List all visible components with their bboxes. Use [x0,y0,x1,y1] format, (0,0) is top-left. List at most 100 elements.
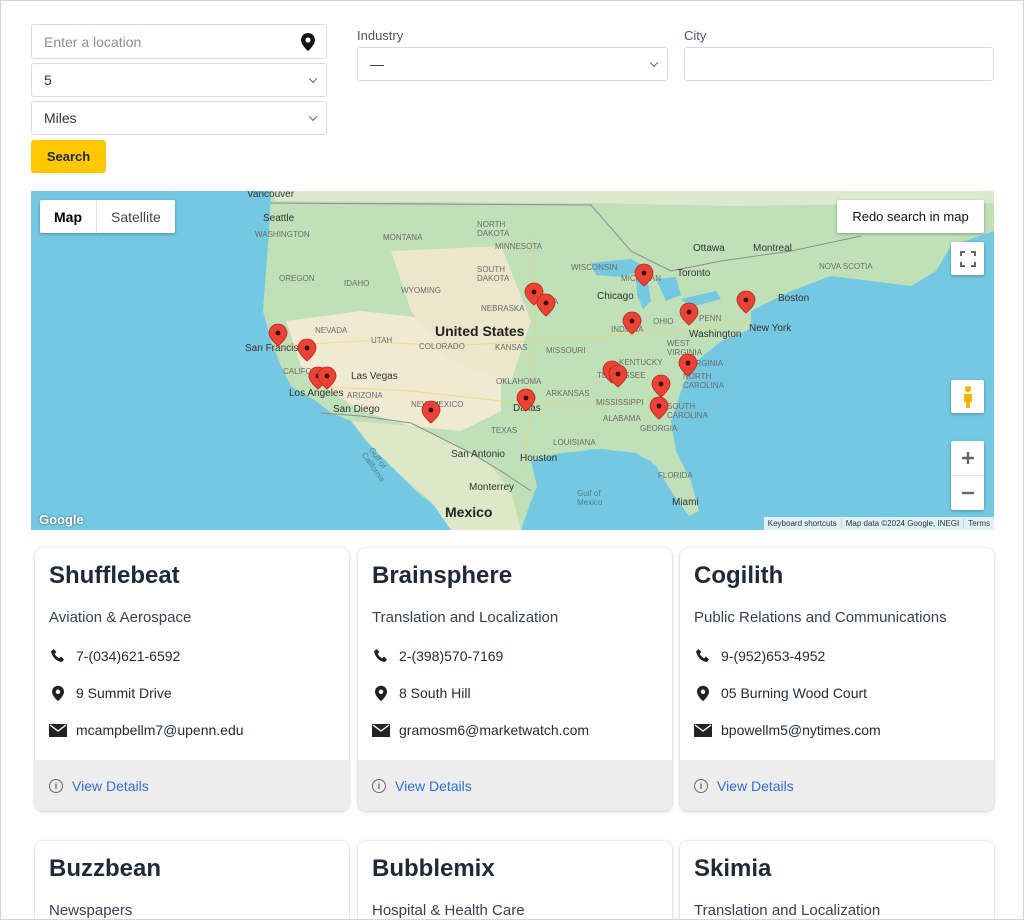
terms-link[interactable]: Terms [963,519,994,528]
map-label-texas: TEXAS [491,426,517,435]
company-industry: Aviation & Aerospace [49,609,192,626]
google-logo[interactable]: Google [39,512,84,527]
map-label-oregon: OREGON [279,274,315,283]
city-input[interactable] [684,47,994,81]
map-label-mississippi: MISSISSIPPI [596,398,644,407]
map-label-virginia: VIRGINIA [688,359,724,368]
map-type-map-button[interactable]: Map [40,200,97,233]
company-name: Buzzbean [49,855,162,882]
company-address: 9 Summit Drive [49,684,172,702]
keyboard-shortcuts-link[interactable]: Keyboard shortcuts [764,519,841,528]
map-label-miami: Miami [672,497,699,508]
map-label-penn: PENN [699,314,721,323]
map-label-north-carolina: NORTH CAROLINA [683,372,725,390]
unit-select[interactable]: Miles [31,101,327,135]
map-type-control: Map Satellite [40,200,175,233]
company-address-text: 05 Burning Wood Court [721,685,868,701]
company-address: 8 South Hill [372,684,471,702]
map-type-satellite-button[interactable]: Satellite [97,200,175,233]
map-label-ottawa: Ottawa [693,243,725,254]
map-label-san-diego: San Diego [333,404,380,415]
search-button[interactable]: Search [31,140,106,173]
view-details-link[interactable]: View Details [395,778,472,794]
map-pin-icon [694,684,712,702]
map-label-oklahoma: OKLAHOMA [496,377,542,386]
redo-search-button[interactable]: Redo search in map [837,200,984,233]
company-email: bpowellm5@nytimes.com [694,721,881,739]
map-label-north-dakota: NORTH DAKOTA [477,220,510,238]
envelope-icon [49,721,67,739]
map-data-text: Map data ©2024 Google, INEGI [840,519,964,528]
map-label-minnesota: MINNESOTA [495,242,543,251]
street-view-pegman[interactable] [951,380,984,413]
map-label-las-vegas: Las Vegas [351,371,398,382]
location-pin-icon[interactable] [301,33,315,51]
company-phone: 9-(952)653-4952 [694,647,825,665]
map-pin-icon [49,684,67,702]
company-name: Shufflebeat [49,562,180,589]
fullscreen-button[interactable] [951,242,984,275]
info-icon: i [694,778,708,793]
map-label-montreal: Montreal [753,243,792,254]
map-label-california: CALIFORNIA [283,367,332,376]
map-label-kentucky: KENTUCKY [619,358,663,367]
map-label-new-york: New York [749,323,792,334]
map-label-dallas: Dallas [513,403,541,414]
map-label-los-angeles: Los Angeles [289,388,344,399]
map-pin-icon [372,684,390,702]
radius-select[interactable]: 5 [31,63,327,97]
map-label-kansas: KANSAS [495,343,527,352]
company-address-text: 8 South Hill [399,685,471,701]
map-label-vancouver: Vancouver [247,191,295,200]
map-label-chicago: Chicago [597,291,634,302]
map-label-missouri: MISSOURI [546,346,586,355]
unit-value: Miles [44,110,77,126]
location-placeholder: Enter a location [44,33,142,50]
map-label-indiana: INDIANA [611,325,644,334]
zoom-out-button[interactable] [951,476,984,510]
company-email-text: bpowellm5@nytimes.com [721,722,881,738]
map-canvas[interactable]: Vancouver Seattle WASHINGTON MONTANA NOR… [31,191,994,530]
phone-icon [694,647,712,665]
card-footer: i View Details [680,760,994,811]
industry-value: — [370,56,384,72]
company-card: Cogilith Public Relations and Communicat… [680,548,994,811]
minus-icon [961,491,974,494]
map-label-montana: MONTANA [383,233,423,242]
radius-value: 5 [44,72,52,88]
zoom-in-button[interactable] [951,442,984,476]
view-details-link[interactable]: View Details [717,778,794,794]
map-label-arkansas: ARKANSAS [546,389,590,398]
company-card: Shufflebeat Aviation & Aerospace 7-(034)… [35,548,349,811]
map-label-wisconsin: WISCONSIN [571,263,617,272]
company-card: Brainsphere Translation and Localization… [358,548,672,811]
map-label-san-francisco: San Francisco [245,343,309,354]
company-phone-text: 7-(034)621-6592 [76,648,181,664]
chevron-down-icon [649,58,659,68]
location-input[interactable]: Enter a location [31,24,327,59]
map-label-monterrey: Monterrey [469,482,514,493]
zoom-control [951,441,984,510]
company-address: 05 Burning Wood Court [694,684,867,702]
map-label-ohio: OHIO [653,317,673,326]
map-label-wyoming: WYOMING [401,286,441,295]
industry-select[interactable]: — [357,47,668,81]
map[interactable]: Vancouver Seattle WASHINGTON MONTANA NOR… [31,191,994,530]
company-name: Brainsphere [372,562,513,589]
view-details-link[interactable]: View Details [72,778,149,794]
city-label: City [684,28,707,43]
map-label-colorado: COLORADO [419,342,465,351]
map-label-new-mexico: NEW MEXICO [411,400,463,409]
company-phone: 7-(034)621-6592 [49,647,180,665]
envelope-icon [372,721,390,739]
map-label-iowa: IOWA [537,297,559,306]
map-label-south-carolina: SOUTH CAROLINA [667,402,709,420]
chevron-down-icon [308,112,318,122]
map-label-mexico: Mexico [445,504,492,520]
phone-icon [49,647,67,665]
map-label-nevada: NEVADA [315,326,348,335]
map-label-arizona: ARIZONA [347,391,383,400]
pegman-icon [963,385,972,408]
map-label-toronto: Toronto [677,268,711,279]
company-name: Bubblemix [372,855,495,882]
